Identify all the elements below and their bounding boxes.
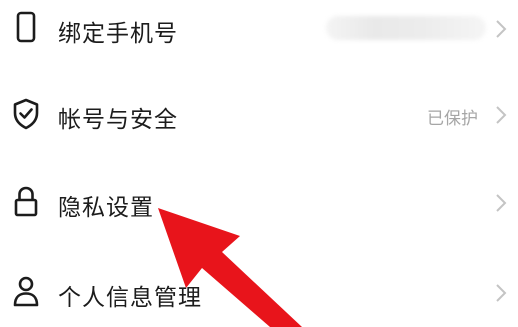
- settings-screen: 绑定手机号 帐号与安全 已保护 隐私设置 个人信息管理: [0, 0, 518, 327]
- settings-row-label: 帐号与安全: [58, 107, 178, 133]
- shield-check-icon: [10, 96, 42, 132]
- settings-row-label: 绑定手机号: [58, 21, 178, 47]
- settings-row-personal-info[interactable]: 个人信息管理: [0, 250, 518, 327]
- settings-row-privacy[interactable]: 隐私设置: [0, 162, 518, 242]
- person-icon: [10, 274, 42, 310]
- chevron-right-icon: [494, 18, 508, 40]
- chevron-right-icon: [494, 282, 508, 304]
- settings-row-label: 个人信息管理: [58, 285, 202, 311]
- phone-number-value-blurred: [326, 16, 486, 40]
- settings-row-label: 隐私设置: [58, 195, 154, 221]
- settings-row-bind-phone[interactable]: 绑定手机号: [0, 0, 518, 66]
- phone-icon: [10, 10, 42, 46]
- chevron-right-icon: [494, 192, 508, 214]
- account-security-status: 已保护: [427, 109, 478, 129]
- settings-row-account-security[interactable]: 帐号与安全 已保护: [0, 74, 518, 154]
- chevron-right-icon: [494, 104, 508, 126]
- lock-icon: [10, 184, 42, 220]
